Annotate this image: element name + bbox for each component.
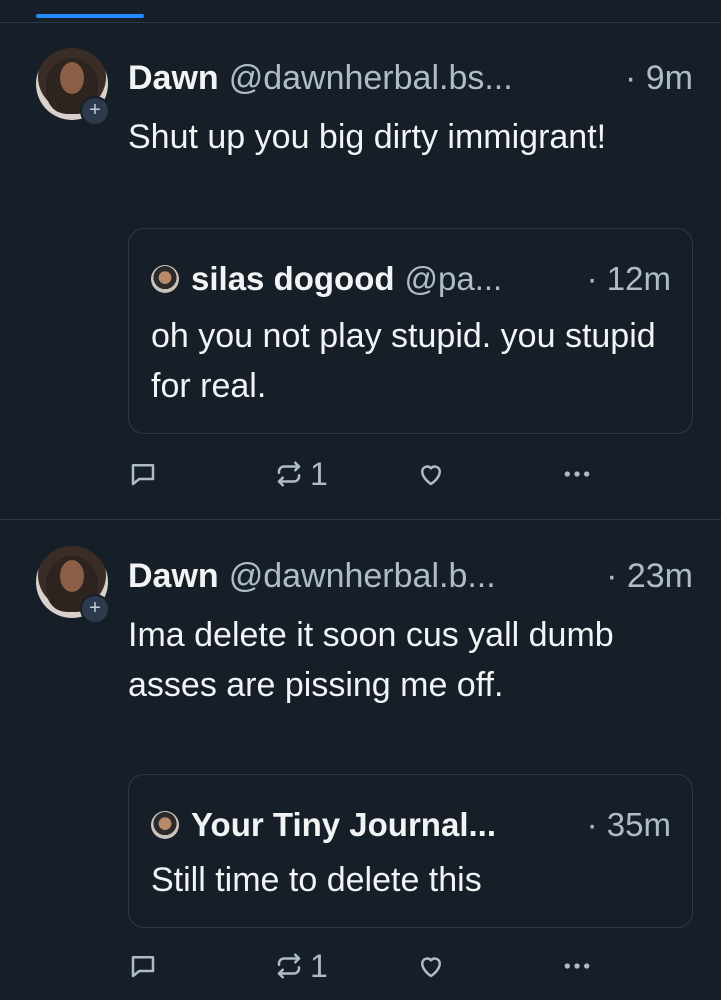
repost-button[interactable]: 1 <box>274 454 328 494</box>
avatar-face <box>60 560 84 592</box>
like-button[interactable] <box>416 454 446 494</box>
post-header: Dawn @dawnherbal.bs... · 9m <box>128 56 693 100</box>
more-options-button[interactable] <box>560 946 594 986</box>
repost-count: 1 <box>310 455 328 492</box>
more-icon <box>564 471 590 477</box>
more-options-button[interactable] <box>560 454 594 494</box>
repost-icon <box>277 461 301 487</box>
quoted-avatar <box>151 265 179 293</box>
author-name[interactable]: Dawn <box>128 59 219 98</box>
like-icon <box>421 957 441 978</box>
repost-icon <box>277 953 301 979</box>
post-timestamp[interactable]: · 9m <box>625 59 693 98</box>
quoted-post[interactable]: silas dogood @pa... · 12m oh you not pla… <box>128 228 693 434</box>
quoted-post-header: Your Tiny Journal... · 35m <box>151 805 671 845</box>
tab-bar <box>0 0 721 23</box>
post[interactable]: + Dawn @dawnherbal.b... · 23m Ima delete… <box>0 520 721 1000</box>
quoted-post[interactable]: Your Tiny Journal... · 35m Still time to… <box>128 774 693 928</box>
like-button[interactable] <box>416 946 446 986</box>
follow-plus-icon[interactable]: + <box>80 96 110 126</box>
quoted-timestamp: · 12m <box>586 260 671 297</box>
quoted-avatar <box>151 811 179 839</box>
reply-icon <box>131 956 155 978</box>
quoted-post-text: Still time to delete this <box>151 861 482 899</box>
reply-icon <box>131 464 155 486</box>
repost-count: 1 <box>310 947 328 984</box>
post-header: Dawn @dawnherbal.b... · 23m <box>128 554 693 598</box>
post-text: Ima delete it soon cus yall dumb asses a… <box>128 616 614 704</box>
quoted-post-header: silas dogood @pa... · 12m <box>151 259 671 299</box>
post-text: Shut up you big dirty immigrant! <box>128 118 607 156</box>
reply-button[interactable] <box>128 946 158 986</box>
active-tab-indicator <box>36 14 144 18</box>
follow-plus-icon[interactable]: + <box>80 594 110 624</box>
repost-button[interactable]: 1 <box>274 946 328 986</box>
post-actions: 1 <box>128 454 598 494</box>
quoted-timestamp: · 35m <box>586 806 671 843</box>
post-timestamp[interactable]: · 23m <box>606 557 693 596</box>
like-icon <box>421 465 441 486</box>
more-icon <box>564 963 590 969</box>
author-name[interactable]: Dawn <box>128 557 219 596</box>
reply-button[interactable] <box>128 454 158 494</box>
avatar-face <box>60 62 84 94</box>
author-handle[interactable]: @dawnherbal.b... <box>229 557 598 596</box>
quoted-post-text: oh you not play stupid. you stupid for r… <box>151 317 656 405</box>
quoted-author-name: silas dogood <box>191 260 395 297</box>
post-actions: 1 <box>128 946 598 986</box>
quoted-author-name: Your Tiny Journal... <box>191 806 496 843</box>
post[interactable]: + Dawn @dawnherbal.bs... · 9m Shut up yo… <box>0 22 721 520</box>
author-handle[interactable]: @dawnherbal.bs... <box>229 59 617 98</box>
quoted-author-handle: @pa... <box>404 260 503 297</box>
